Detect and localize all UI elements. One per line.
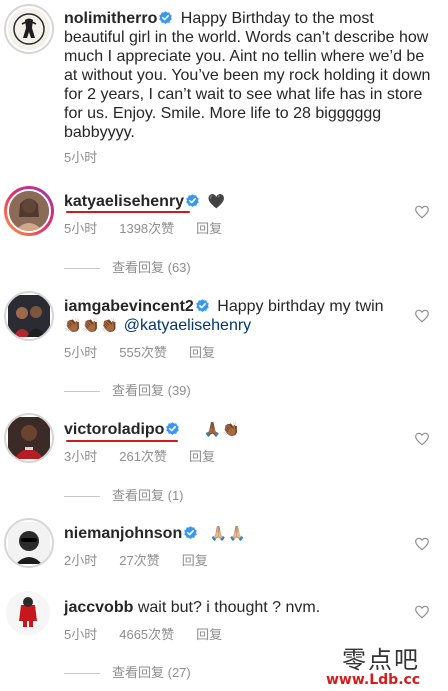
comment-body: 🙏🏼🙏🏼 — [209, 526, 247, 542]
verified-badge-icon — [184, 526, 198, 539]
comment-avatar-katyaelisehenry[interactable] — [4, 186, 54, 236]
comment-likes[interactable]: 555次赞 — [119, 345, 167, 360]
comment-avatar-victoroladipo[interactable] — [4, 413, 54, 463]
reply-button[interactable]: 回复 — [182, 553, 208, 568]
comment-body: Happy birthday my twin — [217, 298, 384, 315]
comment-meta: 5小时 1398次赞 回复 — [64, 218, 244, 237]
avatar-image — [6, 591, 50, 635]
red-underline-annotation — [66, 440, 178, 442]
comment-meta: 3小时 261次赞 回复 — [64, 446, 237, 465]
verified-badge-icon — [186, 194, 199, 207]
comment-meta: 2小时 27次赞 回复 — [64, 550, 230, 569]
divider-line — [64, 673, 100, 675]
comment-body: 🙏🏾👏🏾 — [203, 422, 241, 438]
view-replies-label: 查看回复 (27) — [112, 665, 191, 680]
comment-avatar-niemanjohnson[interactable] — [4, 518, 54, 568]
reply-button[interactable]: 回复 — [196, 221, 222, 236]
view-replies-button[interactable]: 查看回复 (63) — [64, 257, 191, 276]
comment-username[interactable]: katyaelisehenry — [64, 193, 184, 210]
divider-line — [64, 496, 100, 498]
comment-text: katyaelisehenry 🖤 — [64, 192, 408, 212]
view-replies-button[interactable]: 查看回复 (27) — [64, 662, 191, 681]
caption-meta: 5小时 — [64, 147, 119, 166]
comment-text: victoroladipo 🙏🏾👏🏾 — [64, 420, 408, 440]
avatar-image — [8, 522, 50, 564]
heart-outline-icon[interactable] — [414, 308, 430, 324]
comment-likes[interactable]: 1398次赞 — [119, 221, 174, 236]
comment-time: 2小时 — [64, 553, 98, 568]
comment-likes[interactable]: 27次赞 — [119, 553, 159, 568]
comment-text: iamgabevincent2 Happy birthday my twin 👏… — [64, 297, 408, 336]
avatar-image — [9, 191, 49, 231]
mention-link[interactable]: @katyaelisehenry — [124, 317, 251, 334]
comment-username[interactable]: victoroladipo — [64, 421, 164, 438]
comment-meta: 5小时 4665次赞 回复 — [64, 624, 244, 643]
comment-time: 5小时 — [64, 627, 98, 642]
view-replies-button[interactable]: 查看回复 (1) — [64, 485, 184, 504]
comment-likes[interactable]: 4665次赞 — [119, 627, 174, 642]
red-underline-annotation — [66, 211, 190, 213]
divider-line — [64, 391, 100, 393]
caption-body: Happy Birthday to the most beautiful gir… — [64, 10, 431, 141]
comment-meta: 5小时 555次赞 回复 — [64, 342, 237, 361]
avatar-image — [8, 8, 50, 50]
verified-badge-icon — [196, 299, 209, 312]
comment-avatar-jaccvobb[interactable] — [6, 591, 50, 635]
comment-username[interactable]: jaccvobb — [64, 599, 133, 616]
reply-button[interactable]: 回复 — [196, 627, 222, 642]
caption-username[interactable]: nolimitherro — [64, 10, 157, 27]
view-replies-label: 查看回复 (39) — [112, 383, 191, 398]
view-replies-label: 查看回复 (63) — [112, 260, 191, 275]
divider-line — [64, 268, 100, 270]
comment-emoji: 👏🏾👏🏾👏🏾 — [64, 318, 120, 334]
heart-outline-icon[interactable] — [414, 204, 430, 220]
caption-text: nolimitherro Happy Birthday to the most … — [64, 9, 434, 142]
comment-username[interactable]: iamgabevincent2 — [64, 298, 194, 315]
comment-body: wait but? i thought ? nvm. — [137, 599, 321, 616]
comment-time: 5小时 — [64, 221, 98, 236]
comment-text: jaccvobb wait but? i thought ? nvm. — [64, 598, 408, 617]
caption-avatar[interactable] — [4, 4, 54, 54]
comment-likes[interactable]: 261次赞 — [119, 449, 167, 464]
comment-avatar-iamgabevincent2[interactable] — [4, 291, 54, 341]
reply-button[interactable]: 回复 — [189, 345, 215, 360]
heart-outline-icon[interactable] — [414, 431, 430, 447]
view-replies-button[interactable]: 查看回复 (39) — [64, 380, 191, 399]
comment-body: 🖤 — [207, 194, 226, 210]
heart-outline-icon[interactable] — [414, 604, 430, 620]
avatar-image — [8, 295, 50, 337]
watermark-url: www.Ldb.cc — [326, 672, 421, 688]
comment-text: niemanjohnson 🙏🏼🙏🏼 — [64, 524, 408, 544]
comments-screen: nolimitherro Happy Birthday to the most … — [0, 0, 448, 691]
reply-button[interactable]: 回复 — [189, 449, 215, 464]
verified-badge-icon — [159, 11, 173, 24]
watermark-logo: 零点吧 — [342, 646, 420, 674]
heart-outline-icon[interactable] — [414, 536, 430, 552]
view-replies-label: 查看回复 (1) — [112, 488, 184, 503]
comment-username[interactable]: niemanjohnson — [64, 525, 182, 542]
comment-time: 5小时 — [64, 345, 98, 360]
comment-time: 3小时 — [64, 449, 98, 464]
caption-time: 5小时 — [64, 150, 98, 165]
verified-badge-icon — [166, 422, 180, 435]
avatar-image — [8, 417, 50, 459]
